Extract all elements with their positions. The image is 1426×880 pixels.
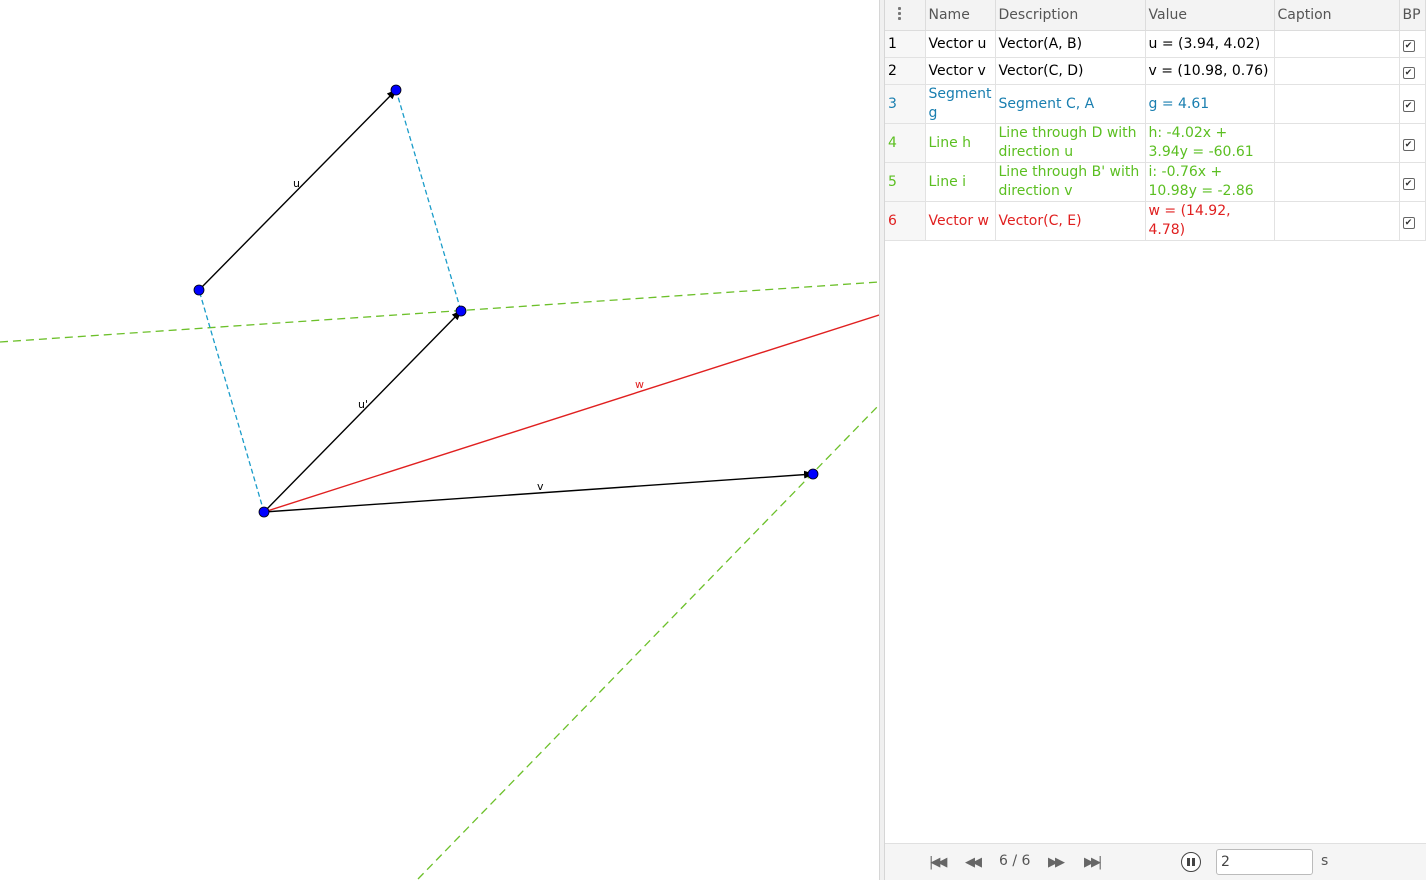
label-w: w — [635, 378, 644, 391]
table-row[interactable]: 1 Vector u Vector(A, B) u = (3.94, 4.02) ✔ — [885, 30, 1426, 58]
label-u-prime: u' — [358, 398, 368, 411]
table-row[interactable]: 3 Segment g Segment C, Ag = 4.61 ✔ — [885, 84, 1426, 124]
row-value: v = (10.98, 0.76) — [1145, 57, 1275, 85]
navigation-bar: |◀◀ ◀◀ 6 / 6 ▶▶ ▶▶| s — [885, 843, 1426, 880]
row-number: 1 — [885, 30, 926, 58]
row-value: i: -0.76x + 10.98y = -2.86 — [1145, 162, 1275, 202]
point-b-prime[interactable] — [455, 305, 467, 317]
row-breakpoint: ✔ — [1399, 162, 1426, 202]
step-counter: 6 / 6 — [999, 853, 1031, 869]
label-v: v — [537, 480, 544, 493]
row-description: Segment C, A — [995, 84, 1146, 124]
play-speed-input[interactable] — [1216, 849, 1313, 875]
protocol-header-row: Name Description Value Caption BP — [885, 0, 1426, 31]
point-c[interactable] — [258, 506, 270, 518]
row-breakpoint: ✔ — [1399, 30, 1426, 58]
breakpoint-checkbox[interactable]: ✔ — [1402, 216, 1415, 229]
row-number: 6 — [885, 201, 926, 241]
row-caption — [1274, 57, 1400, 85]
protocol-table: Name Description Value Caption BP 1 Vecto… — [885, 0, 1426, 241]
breakpoint-checkbox[interactable]: ✔ — [1402, 99, 1415, 112]
header-description[interactable]: Description — [995, 0, 1146, 31]
segment-g[interactable] — [198, 289, 265, 513]
pause-icon[interactable] — [1181, 852, 1201, 872]
speed-unit-label: s — [1321, 853, 1329, 869]
vector-u-prime[interactable] — [263, 310, 462, 513]
header-bp[interactable]: BP — [1399, 0, 1426, 31]
row-description: Vector(C, E) — [995, 201, 1146, 241]
row-value: g = 4.61 — [1145, 84, 1275, 124]
row-breakpoint: ✔ — [1399, 57, 1426, 85]
header-name[interactable]: Name — [925, 0, 996, 31]
table-row[interactable]: 6 Vector w Vector(C, E) w = (14.92, 4.78) ✔ — [885, 201, 1426, 241]
row-breakpoint: ✔ — [1399, 201, 1426, 241]
row-name: Line i — [925, 162, 996, 202]
row-number: 2 — [885, 57, 926, 85]
breakpoint-checkbox[interactable]: ✔ — [1402, 39, 1415, 52]
row-name: Segment g — [925, 84, 996, 124]
table-row[interactable]: 5 Line i Line through B' with direction vi… — [885, 162, 1426, 202]
row-breakpoint: ✔ — [1399, 123, 1426, 163]
construction-canvas[interactable]: u u' v w — [0, 0, 879, 880]
label-u: u — [293, 177, 300, 190]
row-description: Vector(C, D) — [995, 57, 1146, 85]
row-description: Line through D with direction u — [995, 123, 1146, 163]
row-name: Line h — [925, 123, 996, 163]
row-value: w = (14.92, 4.78) — [1145, 201, 1275, 241]
header-value[interactable]: Value — [1145, 0, 1275, 31]
column-menu-button[interactable] — [885, 0, 926, 31]
last-step-button[interactable]: ▶▶| — [1084, 855, 1102, 870]
row-caption — [1274, 84, 1400, 124]
row-number: 3 — [885, 84, 926, 124]
row-caption — [1274, 201, 1400, 241]
first-step-button[interactable]: |◀◀ — [929, 855, 947, 870]
row-breakpoint: ✔ — [1399, 84, 1426, 124]
row-caption — [1274, 123, 1400, 163]
row-value: h: -4.02x + 3.94y = -60.61 — [1145, 123, 1275, 163]
segment-dashed-b[interactable] — [395, 89, 462, 312]
breakpoint-checkbox[interactable]: ✔ — [1402, 177, 1415, 190]
breakpoint-checkbox[interactable]: ✔ — [1402, 138, 1415, 151]
table-row[interactable]: 2 Vector v Vector(C, D) v = (10.98, 0.76) ✔ — [885, 57, 1426, 85]
row-name: Vector w — [925, 201, 996, 241]
row-value: u = (3.94, 4.02) — [1145, 30, 1275, 58]
point-a[interactable] — [193, 284, 205, 296]
breakpoint-checkbox[interactable]: ✔ — [1402, 66, 1415, 79]
point-d[interactable] — [807, 468, 819, 480]
previous-step-button[interactable]: ◀◀ — [965, 855, 982, 870]
construction-protocol: Name Description Value Caption BP 1 Vecto… — [885, 0, 1426, 880]
point-b[interactable] — [390, 84, 402, 96]
row-name: Vector u — [925, 30, 996, 58]
next-step-button[interactable]: ▶▶ — [1048, 855, 1065, 870]
row-number: 4 — [885, 123, 926, 163]
row-number: 5 — [885, 162, 926, 202]
vector-u[interactable] — [198, 89, 397, 291]
row-description: Line through B' with direction v — [995, 162, 1146, 202]
row-description: Vector(A, B) — [995, 30, 1146, 58]
row-caption — [1274, 30, 1400, 58]
vector-w[interactable] — [263, 314, 879, 513]
header-caption[interactable]: Caption — [1274, 0, 1400, 31]
more-vert-icon[interactable] — [898, 5, 902, 22]
graphics-view[interactable]: u u' v w — [0, 0, 879, 880]
table-row[interactable]: 4 Line h Line through D with direction u h:… — [885, 123, 1426, 163]
row-name: Vector v — [925, 57, 996, 85]
row-caption — [1274, 162, 1400, 202]
